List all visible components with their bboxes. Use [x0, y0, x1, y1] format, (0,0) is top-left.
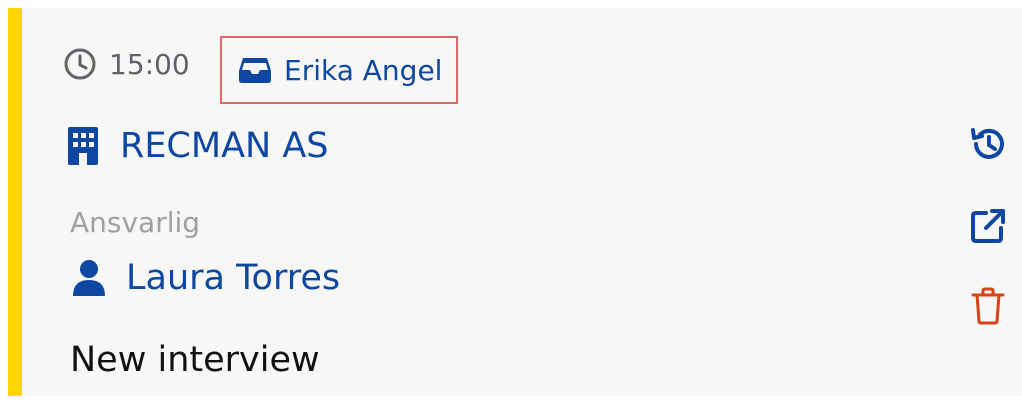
responsible-name: Laura Torres [126, 258, 341, 298]
delete-button[interactable] [966, 284, 1010, 328]
owner-name: Erika Angel [284, 53, 443, 87]
history-button[interactable] [966, 122, 1010, 166]
appointment-time: 15:00 [63, 47, 190, 81]
clock-icon [64, 48, 96, 80]
appointment-card: 15:00 Erika Angel RECMAN AS Ansvarlig La… [8, 8, 1022, 396]
building-icon [68, 127, 98, 165]
trash-icon [971, 287, 1005, 325]
time-text: 15:00 [109, 47, 190, 81]
appointment-meta-row: 15:00 [63, 44, 190, 84]
user-icon [73, 260, 105, 296]
appointment-title: New interview [70, 340, 320, 380]
company-link[interactable]: RECMAN AS [68, 126, 328, 166]
responsible-label: Ansvarlig [70, 206, 201, 239]
open-external-button[interactable] [966, 204, 1010, 248]
accent-bar [8, 8, 22, 396]
company-name: RECMAN AS [120, 126, 329, 166]
history-icon [971, 128, 1004, 159]
external-link-icon [971, 209, 1005, 243]
responsible-link[interactable]: Laura Torres [72, 258, 340, 298]
owner-link[interactable]: Erika Angel [220, 36, 458, 104]
inbox-icon [239, 58, 271, 83]
